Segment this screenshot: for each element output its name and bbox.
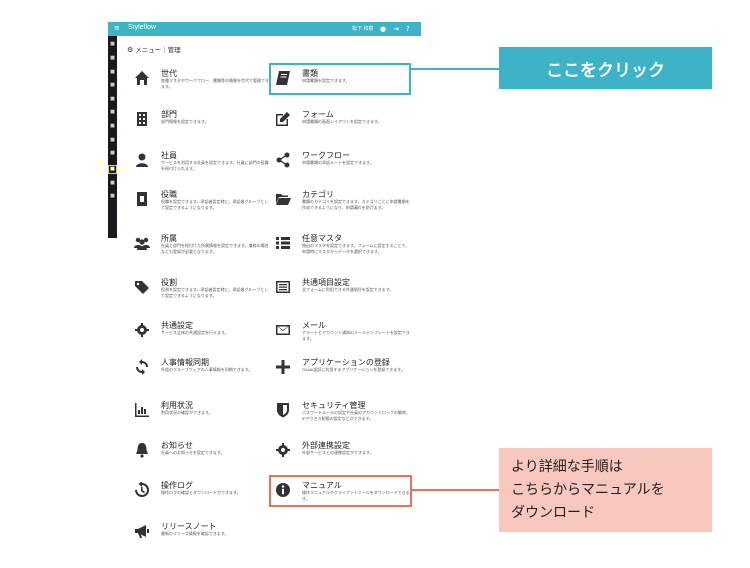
menu-item-common-fields[interactable]: 共通項目設定 全フォームに利用できる共通項目を設定できます。 <box>274 276 414 306</box>
menu-item-desc: 各種マスタやワークフロー、書類等の情報を世代で管理できます。 <box>161 78 269 89</box>
form-list-icon <box>274 278 292 296</box>
breadcrumb: ⚙ メニュー｜管理 <box>127 44 181 54</box>
settings-gear-icon: ⚙ <box>127 47 134 54</box>
history-icon <box>133 481 151 499</box>
menu-item-employee[interactable]: 社員 サービスを利用する社員を設定できます。社員に部門の役職を紐付けられます。 <box>133 149 273 179</box>
user-icon <box>133 151 151 169</box>
manual-callout-line: こちらからマニュアルを <box>511 482 665 498</box>
sidebar-list-icon[interactable]: ■ <box>110 151 115 156</box>
menu-item-role[interactable]: 役割 役割を設定できます。承認者設定時に、承認者グループとして設定できるようにな… <box>133 276 273 306</box>
user-name[interactable]: 松下 和樹 <box>352 25 373 32</box>
gear-icon <box>274 441 292 459</box>
manual-callout: より詳細な手順は こちらからマニュアルを ダウンロード <box>499 448 712 532</box>
badge-icon <box>133 190 151 208</box>
sidebar-grid-icon[interactable]: ■ <box>110 124 115 129</box>
bell-icon <box>133 441 151 459</box>
app-window: ≡ Styleflow 松下 和樹 ● ⇥ ? ■ ■ ■ ■ ■ ■ ■ ■ … <box>108 22 421 550</box>
sidebar-doc-icon[interactable]: ■ <box>110 110 115 115</box>
plus-icon <box>274 358 292 376</box>
sidebar-logout-icon[interactable]: ■ <box>110 194 115 199</box>
menu-item-desc: 独自のマスタを設定できます。フォームに設定することで、申請時にマスタからデータを… <box>302 243 410 254</box>
menu-item-usage[interactable]: 利用状況 利用状況の確認ができます。 <box>133 399 273 429</box>
app-title: Styleflow <box>128 24 157 31</box>
menu-item-desc: 外部のグループウェアの人事情報を同期できます。 <box>161 367 253 372</box>
breadcrumb-text: メニュー｜管理 <box>135 47 181 54</box>
hamburger-icon[interactable]: ≡ <box>114 24 120 32</box>
gear-icon <box>133 321 151 339</box>
menu-item-external-integration[interactable]: 外部連携設定 外部サービスとの連携設定ができます。 <box>274 439 414 469</box>
home-icon <box>133 69 151 87</box>
sidebar: ■ ■ ■ ■ ■ ■ ■ ■ ■ ■ ■ ■ <box>108 36 117 238</box>
edit-icon <box>274 110 292 128</box>
menu-item-affiliation[interactable]: 所属 社員と部門を紐付けた所属情報を設定できます。兼務の場合なども登録が必要とな… <box>133 232 273 262</box>
menu-item-desc: 全フォームに利用できる共通項目を設定できます。 <box>302 287 394 292</box>
sidebar-home-icon[interactable]: ■ <box>110 42 115 47</box>
menu-item-desc: 社員と部門を紐付けた所属情報を設定できます。兼務の場合なども登録が必要となります… <box>161 243 269 254</box>
menu-item-mail[interactable]: メール アラートとアカウント通知のメールテンプレートを設定できます。 <box>274 319 414 349</box>
bell-icon[interactable]: ● <box>380 24 386 34</box>
menu-item-notice[interactable]: お知らせ 社員へのお知らせを設定できます。 <box>133 439 273 469</box>
menu-item-desc: アラートとアカウント通知のメールテンプレートを設定できます。 <box>302 330 410 341</box>
menu-item-desc: 申請書類の画面レイアウトを設定できます。 <box>302 119 382 124</box>
menu-item-workflow[interactable]: ワークフロー 申請書類の承認ルートを設定できます。 <box>274 149 414 179</box>
sidebar-edit-icon[interactable]: ■ <box>110 56 115 61</box>
tag-icon <box>133 278 151 296</box>
sidebar-check-icon[interactable]: ■ <box>110 83 115 88</box>
menu-item-app-registration[interactable]: アプリケーションの登録 OAuth認証に利用するアプリケーションを登録できます。 <box>274 356 414 386</box>
documents-highlight-box <box>269 63 411 95</box>
menu-item-release-notes[interactable]: リリースノート 最新のリリース情報を確認できます。 <box>133 520 273 550</box>
menu-item-common-settings[interactable]: 共通設定 サービス全体の共通設定を行えます。 <box>133 319 273 349</box>
menu-item-desc: 申請書類の承認ルートを設定できます。 <box>302 160 374 165</box>
manual-callout-line: ダウンロード <box>511 505 595 521</box>
menu-item-desc: サービスを利用する社員を設定できます。社員に部門の役職を紐付けられます。 <box>161 160 269 171</box>
sidebar-bell-icon[interactable]: ■ <box>110 181 115 186</box>
menu-item-custom-master[interactable]: 任意マスタ 独自のマスタを設定できます。フォームに設定することで、申請時にマスタ… <box>274 232 414 262</box>
menu-item-desc: 最新のリリース情報を確認できます。 <box>161 531 229 536</box>
menu-item-form[interactable]: フォーム 申請書類の画面レイアウトを設定できます。 <box>274 108 414 138</box>
manual-callout-line: より詳細な手順は <box>511 459 623 475</box>
group-icon <box>133 234 151 252</box>
menu-item-desc: OAuth認証に利用するアプリケーションを登録できます。 <box>302 367 405 372</box>
menu-item-hr-sync[interactable]: 人事情報同期 外部のグループウェアの人事情報を同期できます。 <box>133 356 273 386</box>
sidebar-search-icon[interactable]: ■ <box>110 97 115 102</box>
menu-item-position[interactable]: 役職 役職を設定できます。承認者設定時に、承認者グループとして設定できるようにな… <box>133 188 273 218</box>
list-icon <box>274 234 292 252</box>
folder-icon <box>274 190 292 208</box>
megaphone-icon <box>133 522 151 540</box>
sidebar-table-icon[interactable]: ■ <box>110 138 115 143</box>
shield-icon <box>274 401 292 419</box>
click-here-callout: ここをクリック <box>499 47 712 89</box>
mail-icon <box>274 321 292 339</box>
building-icon <box>133 110 151 128</box>
menu-item-desc: 利用状況の確認ができます。 <box>161 410 213 415</box>
menu-item-department[interactable]: 部門 部門情報を設定できます。 <box>133 108 273 138</box>
share-icon <box>274 151 292 169</box>
menu-item-desc: 操作ログの確認とダウンロードができます。 <box>161 490 241 495</box>
menu-item-category[interactable]: カテゴリ 書類のカテゴリを設定できます。カテゴリごとに申請書類を作成できるように… <box>274 188 414 218</box>
sync-icon <box>133 358 151 376</box>
manual-highlight-box <box>269 475 412 507</box>
manual-connector-line <box>412 489 499 491</box>
documents-connector-line <box>411 68 499 70</box>
top-bar: ≡ Styleflow 松下 和樹 ● ⇥ ? <box>108 22 421 36</box>
menu-item-desc: 役職を設定できます。承認者設定時に、承認者グループとして設定できるようになります… <box>161 199 269 210</box>
menu-item-desc: サービス全体の共通設定を行えます。 <box>161 330 229 335</box>
sidebar-book-icon[interactable]: ■ <box>110 70 115 75</box>
menu-item-operation-log[interactable]: 操作ログ 操作ログの確認とダウンロードができます。 <box>133 479 273 509</box>
menu-item-desc: 書類のカテゴリを設定できます。カテゴリごとに申請書類を作成できるようになり、申請… <box>302 199 410 210</box>
menu-item-desc: パスワードルールの設定や社員のアカウントロックの解除、IPアクセス制限の設定など… <box>302 410 410 421</box>
menu-item-generation[interactable]: 世代 各種マスタやワークフロー、書類等の情報を世代で管理できます。 <box>133 67 273 97</box>
menu-item-desc: 外部サービスとの連携設定ができます。 <box>302 450 374 455</box>
menu-item-desc: 役割を設定できます。承認者設定時に、承認者グループとして設定できるようになります… <box>161 287 269 298</box>
help-icon[interactable]: ? <box>406 24 410 34</box>
bar-chart-icon <box>133 401 151 419</box>
menu-item-desc: 部門情報を設定できます。 <box>161 119 209 124</box>
logout-icon[interactable]: ⇥ <box>393 24 399 34</box>
sidebar-settings-highlight <box>108 165 117 174</box>
menu-item-security[interactable]: セキュリティ管理 パスワードルールの設定や社員のアカウントロックの解除、IPアク… <box>274 399 414 429</box>
menu-item-desc: 社員へのお知らせを設定できます。 <box>161 450 225 455</box>
